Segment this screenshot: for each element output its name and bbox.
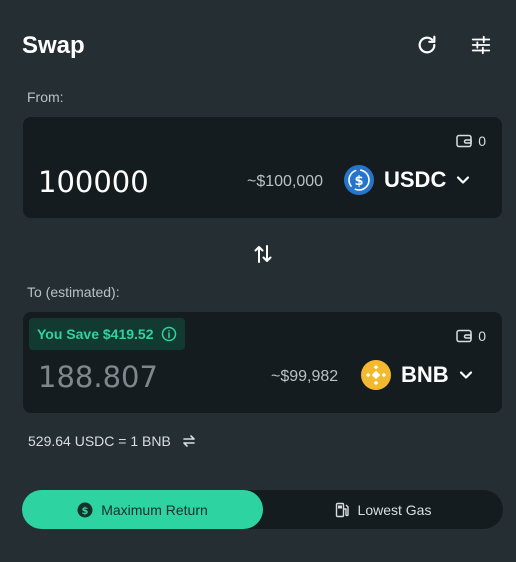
- settings-button[interactable]: [468, 32, 494, 58]
- from-usd-value: ~$100,000: [247, 173, 324, 190]
- refresh-icon: [418, 35, 436, 54]
- route-preference-toggle: $ Maximum Return Lowest Gas: [22, 490, 503, 529]
- to-balance-value: 0: [478, 328, 486, 344]
- maximum-return-option[interactable]: $ Maximum Return: [22, 490, 263, 529]
- swap-header: Swap: [22, 28, 494, 64]
- lowest-gas-label: Lowest Gas: [357, 501, 432, 518]
- svg-text:$: $: [354, 174, 363, 189]
- from-token-symbol: USDC: [384, 167, 447, 192]
- fuel-pump-icon: [335, 502, 349, 517]
- to-token-symbol: BNB: [401, 362, 449, 387]
- from-label: From:: [27, 89, 64, 105]
- usdc-logo-icon: $: [344, 165, 374, 195]
- from-card: 0 100000 ~$100,000 $ USDC: [23, 117, 502, 218]
- to-balance: 0: [456, 328, 486, 344]
- to-amount-output: 188.807: [38, 360, 158, 394]
- refresh-button[interactable]: [414, 32, 440, 58]
- from-amount-input[interactable]: 100000: [38, 165, 149, 199]
- savings-badge: You Save $419.52: [29, 318, 186, 350]
- svg-text:$: $: [82, 506, 89, 517]
- chevron-down-icon: [457, 176, 470, 184]
- to-label: To (estimated):: [27, 284, 120, 300]
- swap-arrows-icon: [254, 245, 272, 263]
- from-token-selector[interactable]: $ USDC: [344, 165, 470, 195]
- switch-tokens-button[interactable]: [252, 242, 274, 266]
- maximum-return-label: Maximum Return: [101, 501, 208, 518]
- exchange-rate: 529.64 USDC = 1 BNB: [28, 433, 197, 449]
- sliders-icon: [471, 35, 491, 55]
- to-token-selector[interactable]: BNB: [361, 360, 473, 390]
- chevron-down-icon: [459, 371, 472, 379]
- from-balance-value: 0: [478, 133, 486, 149]
- savings-text: You Save $419.52: [37, 326, 154, 342]
- to-usd-value: ~$99,982: [271, 368, 339, 385]
- from-balance: 0: [456, 133, 486, 149]
- swap-horizontal-icon: [182, 435, 195, 447]
- dollar-coin-icon: $: [77, 502, 93, 517]
- bnb-logo-icon: [361, 360, 391, 390]
- to-card: You Save $419.52 0 188.807 ~$99,982 BNB: [23, 312, 502, 413]
- info-icon[interactable]: [161, 326, 177, 342]
- exchange-rate-text: 529.64 USDC = 1 BNB: [28, 433, 171, 449]
- invert-rate-button[interactable]: [181, 433, 197, 449]
- wallet-icon: [456, 134, 472, 148]
- page-title: Swap: [22, 32, 85, 59]
- lowest-gas-option[interactable]: Lowest Gas: [263, 490, 503, 529]
- wallet-icon: [456, 329, 472, 343]
